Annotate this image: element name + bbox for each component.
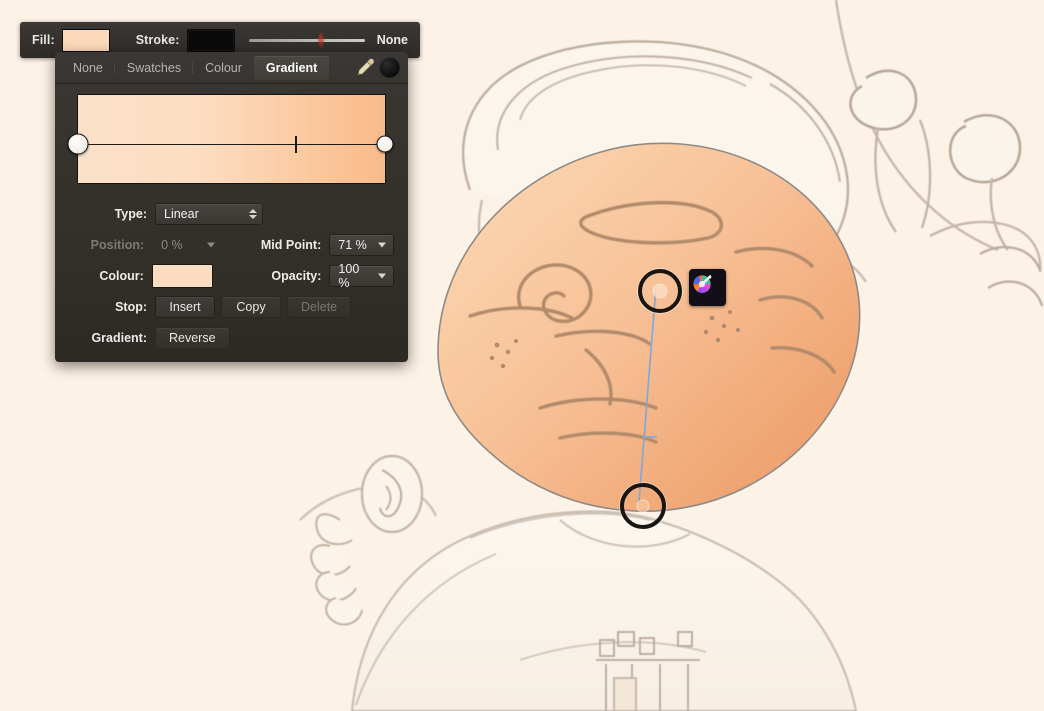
type-label: Type: [114, 206, 147, 221]
colour-label: Colour: [99, 268, 144, 283]
gradient-start-handle-core [653, 284, 667, 298]
tab-swatches[interactable]: Swatches [113, 56, 193, 80]
opacity-field[interactable]: 100 % [329, 261, 395, 290]
stop-delete-button: Delete [287, 295, 352, 318]
current-colour-dot[interactable] [379, 57, 400, 78]
midpoint-label: Mid Point: [260, 237, 322, 252]
midpoint-value: 71 % [338, 237, 367, 252]
gradient-strip-preview[interactable] [77, 94, 386, 184]
type-select[interactable]: Linear [155, 202, 263, 225]
stroke-width-slider[interactable] [248, 29, 365, 51]
stroke-label: Stroke: [135, 33, 180, 47]
opacity-label: Opacity: [271, 268, 322, 283]
fill-swatch[interactable] [61, 28, 110, 52]
panel-tools [353, 56, 402, 80]
gradient-controls: Type: Linear Position: 0 % Mid Point: 71… [55, 194, 408, 353]
stroke-width-value: None [376, 33, 408, 47]
tab-gradient[interactable]: Gradient [253, 55, 330, 80]
fill-label: Fill: [32, 33, 55, 47]
stepper-down-icon [249, 214, 257, 219]
stop-copy-button[interactable]: Copy [221, 295, 281, 318]
gradient-strip-area[interactable] [67, 94, 396, 194]
tab-none[interactable]: None [61, 56, 115, 80]
position-field[interactable]: 0 % [152, 234, 223, 256]
type-select-value: Linear [164, 206, 199, 221]
colour-wheel-button[interactable] [689, 269, 726, 306]
gradient-stop-handle-end[interactable] [376, 135, 394, 153]
row-position-midpoint: Position: 0 % Mid Point: 71 % [69, 229, 395, 260]
gradient-start-handle[interactable] [638, 269, 682, 313]
chevron-down-icon [206, 242, 215, 247]
gradient-reverse-button[interactable]: Reverse [155, 326, 230, 349]
position-label: Position: [90, 237, 145, 252]
stroke-swatch[interactable] [186, 28, 235, 52]
stop-label: Stop: [115, 299, 147, 314]
stroke-width-slider-track [248, 38, 365, 42]
stroke-width-slider-marker[interactable] [317, 32, 325, 48]
tab-colour[interactable]: Colour [192, 56, 254, 80]
eyedropper-icon[interactable] [353, 56, 377, 80]
gradient-strip-axis [78, 144, 385, 145]
fill-type-tabs: None Swatches Colour Gradient [55, 52, 408, 84]
row-gradient: Gradient: Reverse [69, 322, 394, 353]
chevron-down-icon [378, 273, 387, 278]
gradient-popover-panel: None Swatches Colour Gradient Type: Line… [55, 52, 408, 362]
stop-insert-button[interactable]: Insert [155, 295, 215, 318]
gradient-end-handle-core [637, 500, 649, 512]
gradient-end-handle[interactable] [620, 483, 666, 529]
opacity-value: 100 % [338, 261, 360, 290]
type-select-stepper[interactable] [249, 208, 257, 219]
row-colour-opacity: Colour: Opacity: 100 % [69, 260, 395, 291]
gradient-midpoint-marker[interactable] [294, 136, 297, 153]
gradient-label: Gradient: [91, 330, 147, 345]
gradient-stop-handle-start[interactable] [67, 133, 89, 155]
colour-wheel-icon [693, 275, 712, 294]
position-value: 0 % [161, 237, 183, 252]
stepper-up-icon [249, 208, 257, 213]
row-stop: Stop: Insert Copy Delete [69, 291, 394, 322]
row-type: Type: Linear [69, 198, 394, 229]
chevron-down-icon [378, 242, 387, 247]
midpoint-field[interactable]: 71 % [329, 233, 395, 256]
stop-colour-swatch[interactable] [151, 263, 214, 288]
